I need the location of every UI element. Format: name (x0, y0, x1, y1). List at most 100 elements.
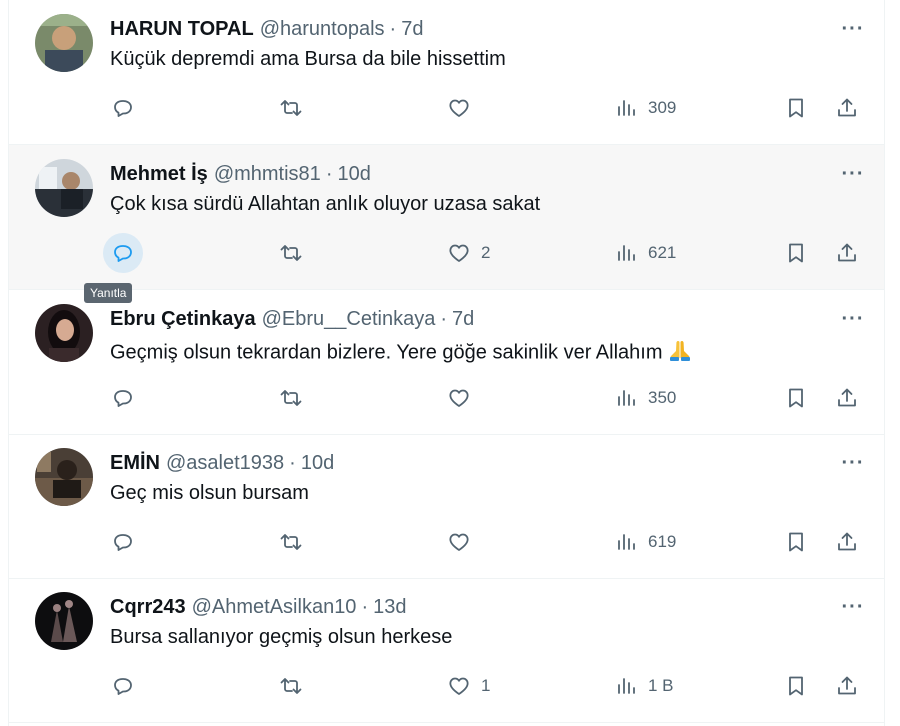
reply-icon (103, 666, 143, 706)
tweet-text: Geçmiş olsun tekrardan bizlere. Yere göğ… (110, 338, 693, 368)
share-icon (827, 666, 867, 706)
like-button[interactable]: 2 (439, 233, 490, 273)
analytics-icon (606, 522, 646, 562)
reply-icon (103, 522, 143, 562)
reply-button[interactable] (103, 666, 143, 706)
more-options-icon[interactable]: ··· (836, 16, 870, 42)
avatar[interactable] (35, 159, 93, 217)
heart-icon (439, 522, 479, 562)
timestamp[interactable]: 10d (337, 163, 370, 186)
retweet-button[interactable] (271, 666, 311, 706)
bookmark-icon (776, 378, 816, 418)
timestamp[interactable]: 13d (373, 596, 406, 619)
bookmark-button[interactable] (776, 666, 816, 706)
author-name[interactable]: Ebru Çetinkaya (110, 308, 256, 331)
separator-dot: · (325, 162, 333, 185)
views-button[interactable]: 350 (606, 378, 676, 418)
timestamp[interactable]: 10d (301, 452, 334, 475)
reply-button[interactable] (103, 378, 143, 418)
author-handle[interactable]: @haruntopals (260, 18, 385, 41)
author-name[interactable]: EMİN (110, 452, 160, 475)
heart-icon (439, 666, 479, 706)
views-button[interactable]: 1 B (606, 666, 674, 706)
action-bar: 309 (9, 88, 884, 128)
share-button[interactable] (827, 233, 867, 273)
bookmark-button[interactable] (776, 233, 816, 273)
bookmark-icon (776, 666, 816, 706)
action-bar: 350 (9, 378, 884, 418)
like-count: 1 (481, 676, 491, 695)
analytics-icon (606, 378, 646, 418)
avatar[interactable] (35, 592, 93, 650)
author-name[interactable]: Cqrr243 (110, 596, 186, 619)
tweet[interactable]: HARUN TOPAL @haruntopals · 7d ··· Küçük … (9, 0, 884, 145)
tweet[interactable]: Ebru Çetinkaya @Ebru__Cetinkaya · 7d ···… (9, 290, 884, 435)
share-button[interactable] (827, 522, 867, 562)
like-button[interactable]: 1 (439, 666, 490, 706)
analytics-icon (606, 666, 646, 706)
avatar[interactable] (35, 14, 93, 72)
view-count: 619 (648, 532, 677, 551)
tweet-text: Küçük depremdi ama Bursa da bile hissett… (110, 48, 506, 70)
tweet[interactable]: Mehmet İş @mhmtis81 · 10d ··· Çok kısa s… (9, 145, 884, 290)
share-button[interactable] (827, 378, 867, 418)
reply-button[interactable] (103, 522, 143, 562)
retweet-button[interactable] (271, 233, 311, 273)
separator-dot: · (440, 307, 448, 330)
retweet-button[interactable] (271, 522, 311, 562)
retweet-icon (271, 88, 311, 128)
reply-icon (103, 378, 143, 418)
more-options-icon[interactable]: ··· (836, 161, 870, 187)
more-options-icon[interactable]: ··· (836, 306, 870, 332)
share-icon (827, 233, 867, 273)
author-handle[interactable]: @AhmetAsilkan10 (192, 596, 357, 619)
analytics-icon (606, 88, 646, 128)
tweet[interactable]: EMİN @asalet1938 · 10d ··· Geç mis olsun… (9, 434, 884, 579)
more-options-icon[interactable]: ··· (836, 450, 870, 476)
tweet-text: Çok kısa sürdü Allahtan anlık oluyor uza… (110, 193, 541, 215)
views-button[interactable]: 619 (606, 522, 676, 562)
bookmark-button[interactable] (776, 88, 816, 128)
reply-button[interactable] (103, 233, 143, 273)
view-count: 1 B (648, 676, 674, 695)
tweet-text: Geç mis olsun bursam (110, 482, 309, 504)
share-icon (827, 522, 867, 562)
bookmark-button[interactable] (776, 378, 816, 418)
like-button[interactable] (439, 378, 481, 418)
more-options-icon[interactable]: ··· (836, 594, 870, 620)
timestamp[interactable]: 7d (401, 18, 423, 41)
author-handle[interactable]: @Ebru__Cetinkaya (262, 308, 436, 331)
bookmark-button[interactable] (776, 522, 816, 562)
retweet-button[interactable] (271, 378, 311, 418)
author-handle[interactable]: @asalet1938 (166, 452, 284, 475)
author-name[interactable]: HARUN TOPAL (110, 18, 254, 41)
avatar[interactable] (35, 304, 93, 362)
tweet-header: Ebru Çetinkaya @Ebru__Cetinkaya · 7d (110, 304, 474, 334)
heart-icon (439, 378, 479, 418)
separator-dot: · (289, 451, 296, 474)
retweet-button[interactable] (271, 88, 311, 128)
action-bar: 1 1 B (9, 666, 884, 706)
like-button[interactable] (439, 88, 481, 128)
like-button[interactable] (439, 522, 481, 562)
reply-icon (103, 233, 143, 273)
share-button[interactable] (827, 88, 867, 128)
view-count: 350 (648, 388, 677, 407)
reply-button[interactable] (103, 88, 143, 128)
like-count: 2 (481, 243, 491, 262)
heart-icon (439, 233, 479, 273)
views-button[interactable]: 309 (606, 88, 676, 128)
views-button[interactable]: 621 (606, 233, 676, 273)
author-handle[interactable]: @mhmtis81 (214, 163, 321, 186)
tweet[interactable]: Cqrr243 @AhmetAsilkan10 · 13d ··· Bursa … (9, 578, 884, 723)
analytics-icon (606, 233, 646, 273)
reply-tooltip: Yanıtla (84, 283, 133, 303)
share-button[interactable] (827, 666, 867, 706)
retweet-icon (271, 233, 311, 273)
avatar[interactable] (35, 448, 93, 506)
reply-feed: HARUN TOPAL @haruntopals · 7d ··· Küçük … (8, 0, 885, 726)
view-count: 309 (648, 98, 677, 117)
author-name[interactable]: Mehmet İş (110, 163, 208, 186)
timestamp[interactable]: 7d (452, 308, 474, 331)
separator-dot: · (389, 17, 397, 40)
